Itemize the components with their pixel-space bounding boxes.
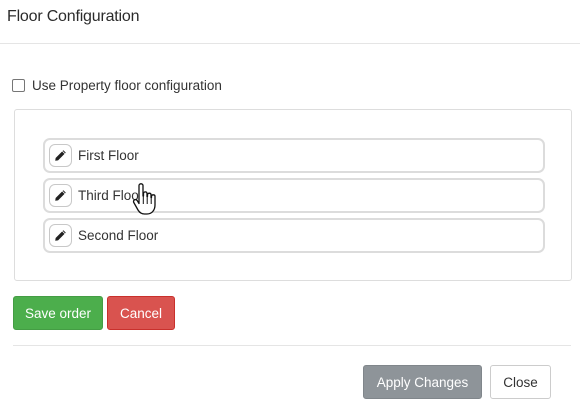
floor-item-second-floor[interactable]: Second Floor [43, 218, 545, 253]
floor-item-third-floor[interactable]: Third Floor [43, 178, 545, 213]
apply-changes-button[interactable]: Apply Changes [363, 365, 482, 399]
floor-order-panel: First Floor Third Floor Second Floor [14, 109, 572, 281]
close-button[interactable]: Close [490, 365, 551, 399]
save-order-button[interactable]: Save order [13, 296, 103, 330]
edit-floor-button[interactable] [49, 144, 72, 167]
modal-title: Floor Configuration [7, 8, 140, 25]
pencil-icon [55, 150, 66, 161]
footer-divider [13, 345, 571, 346]
edit-floor-button[interactable] [49, 184, 72, 207]
use-property-floor-config-toggle[interactable]: Use Property floor configuration [12, 76, 222, 94]
header-divider [0, 43, 580, 44]
use-property-floor-config-checkbox[interactable] [12, 78, 25, 92]
edit-floor-button[interactable] [49, 224, 72, 247]
floor-item-label: First Floor [78, 148, 139, 163]
pencil-icon [55, 190, 66, 201]
floor-item-label: Third Floor [78, 188, 144, 203]
floor-item-label: Second Floor [78, 228, 159, 243]
pencil-icon [55, 230, 66, 241]
cancel-button[interactable]: Cancel [107, 296, 175, 330]
use-property-floor-config-label: Use Property floor configuration [32, 77, 222, 93]
floor-item-first-floor[interactable]: First Floor [43, 138, 545, 173]
